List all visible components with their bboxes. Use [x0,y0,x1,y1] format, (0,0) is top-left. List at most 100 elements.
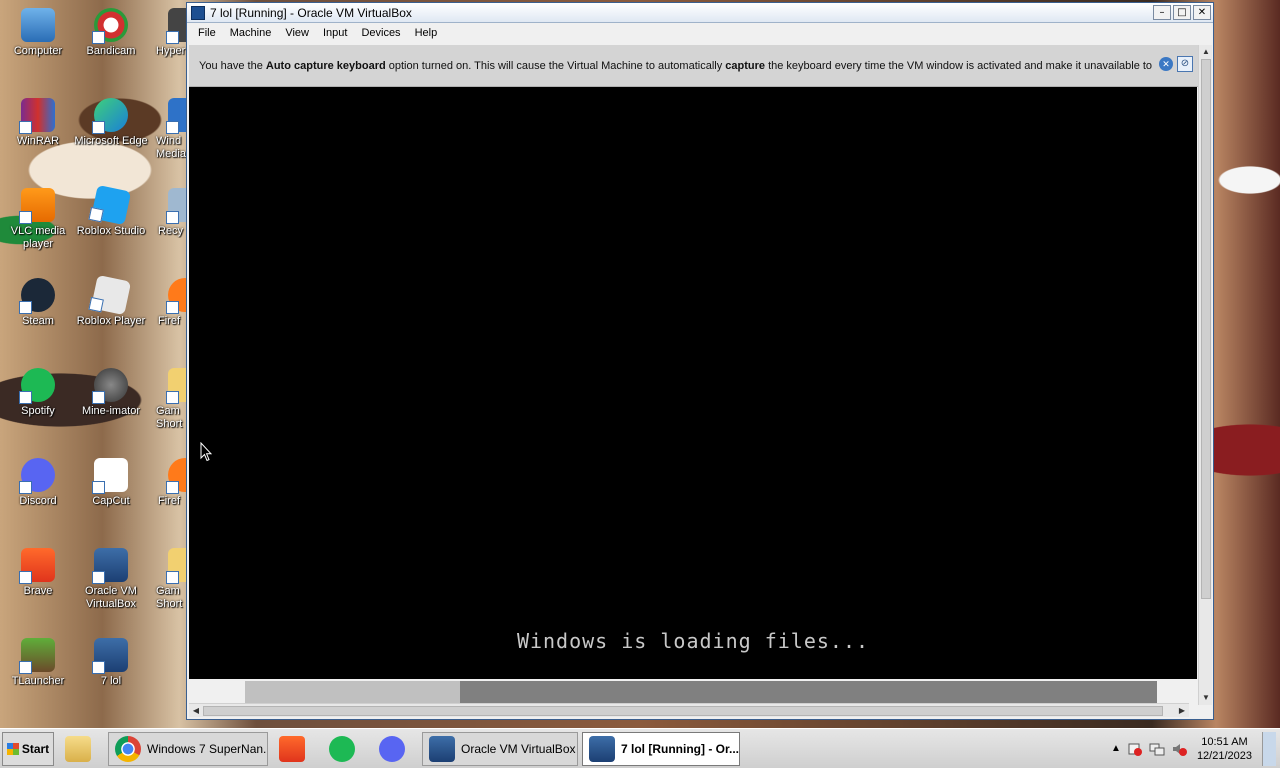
loading-progress-fill [245,681,461,703]
vlc-icon [19,188,55,224]
tlauncher-icon [19,638,55,674]
desktop-icon-recycle[interactable]: Recy [146,188,186,238]
desktop-icon-capcut[interactable]: CapCut [73,458,149,508]
desktop-icon-computer[interactable]: Computer [0,8,76,58]
desktop-icon-virtualbox[interactable]: Oracle VM VirtualBox [73,548,149,611]
menu-machine[interactable]: Machine [223,27,279,39]
network-icon[interactable] [1149,741,1165,757]
horizontal-scrollbar[interactable]: ◀ ▶ [189,703,1189,717]
windows-flag-icon [6,742,19,755]
vertical-scrollbar[interactable]: ▲ ▼ [1198,45,1212,705]
show-desktop-button[interactable] [1262,731,1276,766]
desktop-icon-7lol[interactable]: 7 lol [73,638,149,688]
scroll-left-icon[interactable]: ◀ [189,704,203,718]
taskbar-chrome[interactable]: Windows 7 SuperNan... [108,731,268,766]
menu-devices[interactable]: Devices [354,27,407,39]
clock-time: 10:51 AM [1201,735,1248,748]
recycle-bin-icon [166,188,186,224]
discord-icon [19,458,55,494]
virtualbox-icon [429,735,455,762]
desktop-icon-vlc[interactable]: VLC media player [0,188,76,251]
maximize-button[interactable]: □ [1173,5,1191,20]
desktop-icon-edge[interactable]: Microsoft Edge [73,98,149,148]
desktop-icon-firefox-2[interactable]: Firef [146,458,186,508]
folder-icon [166,548,186,584]
menu-file[interactable]: File [191,27,223,39]
chrome-icon [115,735,141,762]
brave-icon [19,548,55,584]
computer-icon [21,8,55,42]
desktop-icon-windows-media[interactable]: Wind Media [146,98,186,161]
window-titlebar[interactable]: 7 lol [Running] - Oracle VM VirtualBox –… [187,3,1213,23]
desktop-icon-discord[interactable]: Discord [0,458,76,508]
desktop-icon-firefox-1[interactable]: Firef [146,278,186,328]
loading-text: Windows is loading files... [516,629,870,653]
desktop-icon-spotify[interactable]: Spotify [0,368,76,418]
desktop-icon-tlauncher[interactable]: TLauncher [0,638,76,688]
scroll-up-icon[interactable]: ▲ [1199,45,1213,59]
taskbar-discord[interactable] [372,732,418,766]
scroll-down-icon[interactable]: ▼ [1199,691,1213,705]
desktop-icon-hyper[interactable]: Hyper [146,8,186,58]
bandicam-icon [92,8,128,44]
do-not-show-again-icon[interactable]: ⊘ [1177,56,1193,72]
scroll-right-icon[interactable]: ▶ [1175,704,1189,718]
minimize-button[interactable]: – [1153,5,1171,20]
desktop-icon-steam[interactable]: Steam [0,278,76,328]
firefox-icon [166,278,186,314]
capcut-icon [92,458,128,494]
roblox-studio-icon [90,184,132,226]
show-hidden-icons-icon[interactable]: ▲ [1111,743,1121,754]
virtualbox-vm-icon [589,735,615,762]
desktop-icon-brave[interactable]: Brave [0,548,76,598]
window-title: 7 lol [Running] - Oracle VM VirtualBox [210,5,412,20]
steam-icon [19,278,55,314]
virtualbox-vm-icon [92,638,128,674]
mouse-pointer-icon [200,442,212,462]
action-center-icon[interactable] [1127,741,1143,757]
menu-input[interactable]: Input [316,27,354,39]
clock[interactable]: 10:51 AM 12/21/2023 [1197,735,1252,763]
desktop-icon-bandicam[interactable]: Bandicam [73,8,149,58]
menu-help[interactable]: Help [408,27,445,39]
virtualbox-window[interactable]: 7 lol [Running] - Oracle VM VirtualBox –… [186,2,1214,720]
desktop-icon-game-shortcut-1[interactable]: Gam Short [146,368,186,431]
desktop-icon-game-shortcut-2[interactable]: Gam Short [146,548,186,611]
hyper-icon [166,8,186,44]
virtualbox-icon [92,548,128,584]
desktop-icon-roblox-studio[interactable]: Roblox Studio [73,184,149,238]
taskbar-brave[interactable] [272,732,318,766]
vertical-scroll-thumb[interactable] [1201,59,1211,599]
taskbar-virtualbox-manager[interactable]: Oracle VM VirtualBox ... [422,731,578,766]
vm-display[interactable]: Windows is loading files... [189,87,1197,703]
spotify-icon [329,735,355,762]
spotify-icon [19,368,55,404]
taskbar-explorer[interactable] [58,732,104,766]
desktop-icon-winrar[interactable]: WinRAR [0,98,76,148]
discord-icon [379,735,405,762]
firefox-icon [166,458,186,494]
desktop-icon-roblox-player[interactable]: Roblox Player [73,274,149,328]
horizontal-scroll-thumb[interactable] [203,706,1163,716]
menubar: File Machine View Input Devices Help [187,23,1213,43]
taskbar-7lol-running[interactable]: 7 lol [Running] - Or... [582,731,740,766]
clock-date: 12/21/2023 [1196,749,1252,762]
loading-progress-bar [245,681,1157,703]
close-button[interactable]: ✕ [1193,5,1211,20]
notice-text: You have the Auto capture keyboard optio… [199,59,1153,72]
roblox-player-icon [90,274,132,316]
edge-icon [92,98,128,134]
menu-view[interactable]: View [278,27,316,39]
desktop-icon-mine-imator[interactable]: Mine-imator [73,368,149,418]
volume-muted-icon[interactable] [1171,741,1187,757]
start-button[interactable]: Start [2,731,54,766]
auto-capture-notice: You have the Auto capture keyboard optio… [189,45,1199,87]
taskbar: Start Windows 7 SuperNan... Oracle VM Vi… [0,728,1280,768]
winrar-icon [19,98,55,134]
system-tray: ▲ 10:51 AM 12/21/2023 [1111,731,1280,766]
taskbar-spotify[interactable] [322,732,368,766]
close-notice-icon[interactable]: ✕ [1159,57,1173,71]
media-player-icon [166,98,186,134]
mine-imator-icon [92,368,128,404]
folder-icon [166,368,186,404]
